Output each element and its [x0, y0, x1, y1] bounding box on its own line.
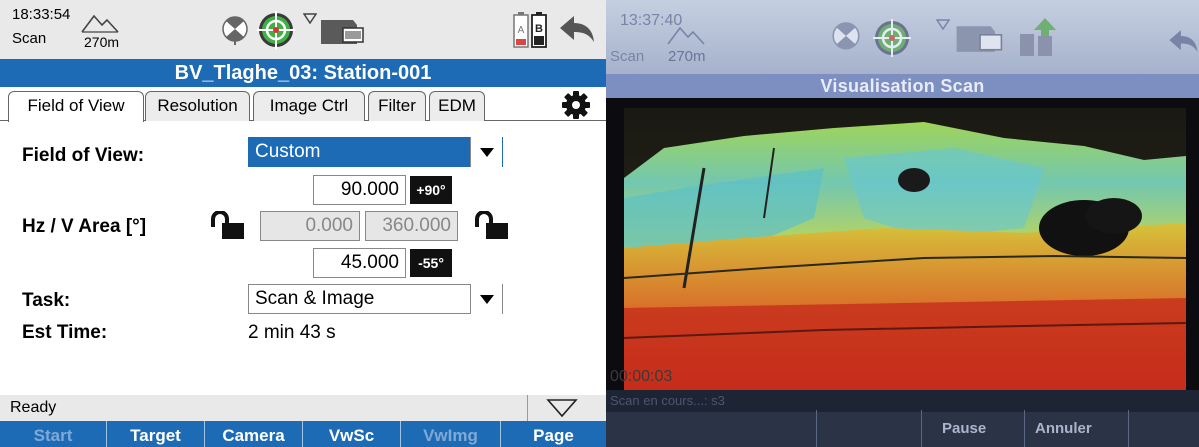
divider — [527, 395, 528, 421]
mode-label: Scan — [12, 30, 47, 47]
satellite-icon — [832, 22, 860, 50]
message-bar: Ready — [0, 395, 606, 421]
v-top-limit-badge: +90° — [410, 176, 452, 204]
mountain-icon — [667, 26, 705, 45]
wireless-icon — [303, 13, 317, 24]
upload-battery-icon — [1020, 18, 1056, 56]
status-bar: 18:33:54 Scan 270m A B — [0, 0, 606, 59]
photo-title: Visualisation Scan — [606, 74, 1199, 98]
photo-scan-timer: 00:00:03 — [610, 368, 673, 385]
tab-resolution[interactable]: Resolution — [145, 91, 250, 121]
clock: 18:33:54 — [12, 6, 71, 23]
target-icon — [873, 19, 911, 57]
divider — [921, 410, 922, 447]
task-label: Task: — [22, 290, 71, 311]
tab-image-ctrl[interactable]: Image Ctrl — [253, 91, 365, 121]
battery-a-label: A — [518, 25, 525, 36]
sd-card-icon — [321, 20, 364, 44]
start-button[interactable]: Start — [0, 421, 107, 447]
scan-visualisation-photo: 13:37:40 Scan 270m Visualisation Scan 00… — [606, 0, 1199, 447]
hz-start-input: 0.000 — [260, 211, 360, 241]
camera-button[interactable]: Camera — [205, 421, 303, 447]
status-message: Ready — [10, 399, 57, 416]
field-of-view-label: Field of View: — [22, 145, 145, 166]
tab-field-of-view[interactable]: Field of View — [8, 91, 144, 122]
wireless-icon — [936, 19, 950, 30]
function-key-bar: Start Target Camera VwSc VwImg Page — [0, 421, 606, 447]
task-dropdown[interactable]: Scan & Image — [248, 284, 503, 314]
target-icon[interactable] — [254, 8, 298, 52]
hz-v-area-label: Hz / V Area [°] — [22, 216, 147, 237]
photo-height-readout: 270m — [668, 48, 706, 65]
annuler-button[interactable]: Annuler — [1035, 420, 1092, 437]
battery-a-icon: A — [513, 12, 529, 48]
v-bottom-limit-badge: -55° — [410, 249, 452, 277]
unlock-icon-right[interactable] — [474, 211, 510, 241]
est-time-label: Est Time: — [22, 322, 108, 343]
point-cloud-scan-image — [624, 108, 1186, 393]
photo-status-text: Scan en cours...: s3 — [610, 393, 725, 408]
chevron-down-icon[interactable] — [470, 284, 502, 314]
field-of-view-dropdown[interactable]: Custom — [248, 137, 503, 167]
divider — [1024, 410, 1025, 447]
view-image-button[interactable]: VwImg — [401, 421, 501, 447]
back-arrow-icon — [1169, 30, 1198, 52]
divider — [1128, 410, 1129, 447]
task-value: Scan & Image — [255, 288, 375, 309]
tab-filter[interactable]: Filter — [368, 91, 426, 121]
tab-bar: Field of View Resolution Image Ctrl Filt… — [0, 87, 606, 122]
photo-status-bar: 13:37:40 Scan 270m — [606, 0, 1199, 74]
sd-card-icon — [956, 26, 1003, 52]
divider — [816, 410, 817, 447]
unlock-icon-left[interactable] — [210, 211, 246, 241]
scan-settings-screen: 18:33:54 Scan 270m A B BV_Tlaghe_03: Sta… — [0, 0, 606, 447]
field-of-view-value: Custom — [255, 141, 321, 162]
battery-b-label: B — [535, 23, 543, 35]
tab-edm[interactable]: EDM — [429, 91, 485, 121]
triangle-down-icon[interactable] — [546, 397, 578, 419]
gear-icon[interactable] — [561, 90, 591, 120]
target-button[interactable]: Target — [107, 421, 205, 447]
height-readout: 270m — [84, 34, 120, 50]
est-time-value: 2 min 43 s — [248, 322, 336, 343]
hz-end-input: 360.000 — [365, 211, 458, 241]
pause-button[interactable]: Pause — [942, 420, 986, 437]
mountain-icon — [81, 14, 119, 33]
view-scan-button[interactable]: VwSc — [303, 421, 401, 447]
v-top-input[interactable]: 90.000 — [313, 175, 406, 205]
page-button[interactable]: Page — [501, 421, 606, 447]
satellite-icon[interactable] — [220, 16, 250, 46]
photo-mode-label: Scan — [610, 48, 645, 65]
v-bottom-input[interactable]: 45.000 — [313, 248, 406, 278]
back-arrow-icon[interactable] — [556, 14, 596, 44]
photo-status-line: Scan en cours...: s3 — [606, 390, 1199, 412]
photo-function-keys: Pause Annuler — [606, 412, 1199, 447]
chevron-down-icon[interactable] — [470, 137, 502, 167]
battery-b-icon: B — [531, 12, 547, 48]
page-title: BV_Tlaghe_03: Station-001 — [0, 59, 606, 87]
